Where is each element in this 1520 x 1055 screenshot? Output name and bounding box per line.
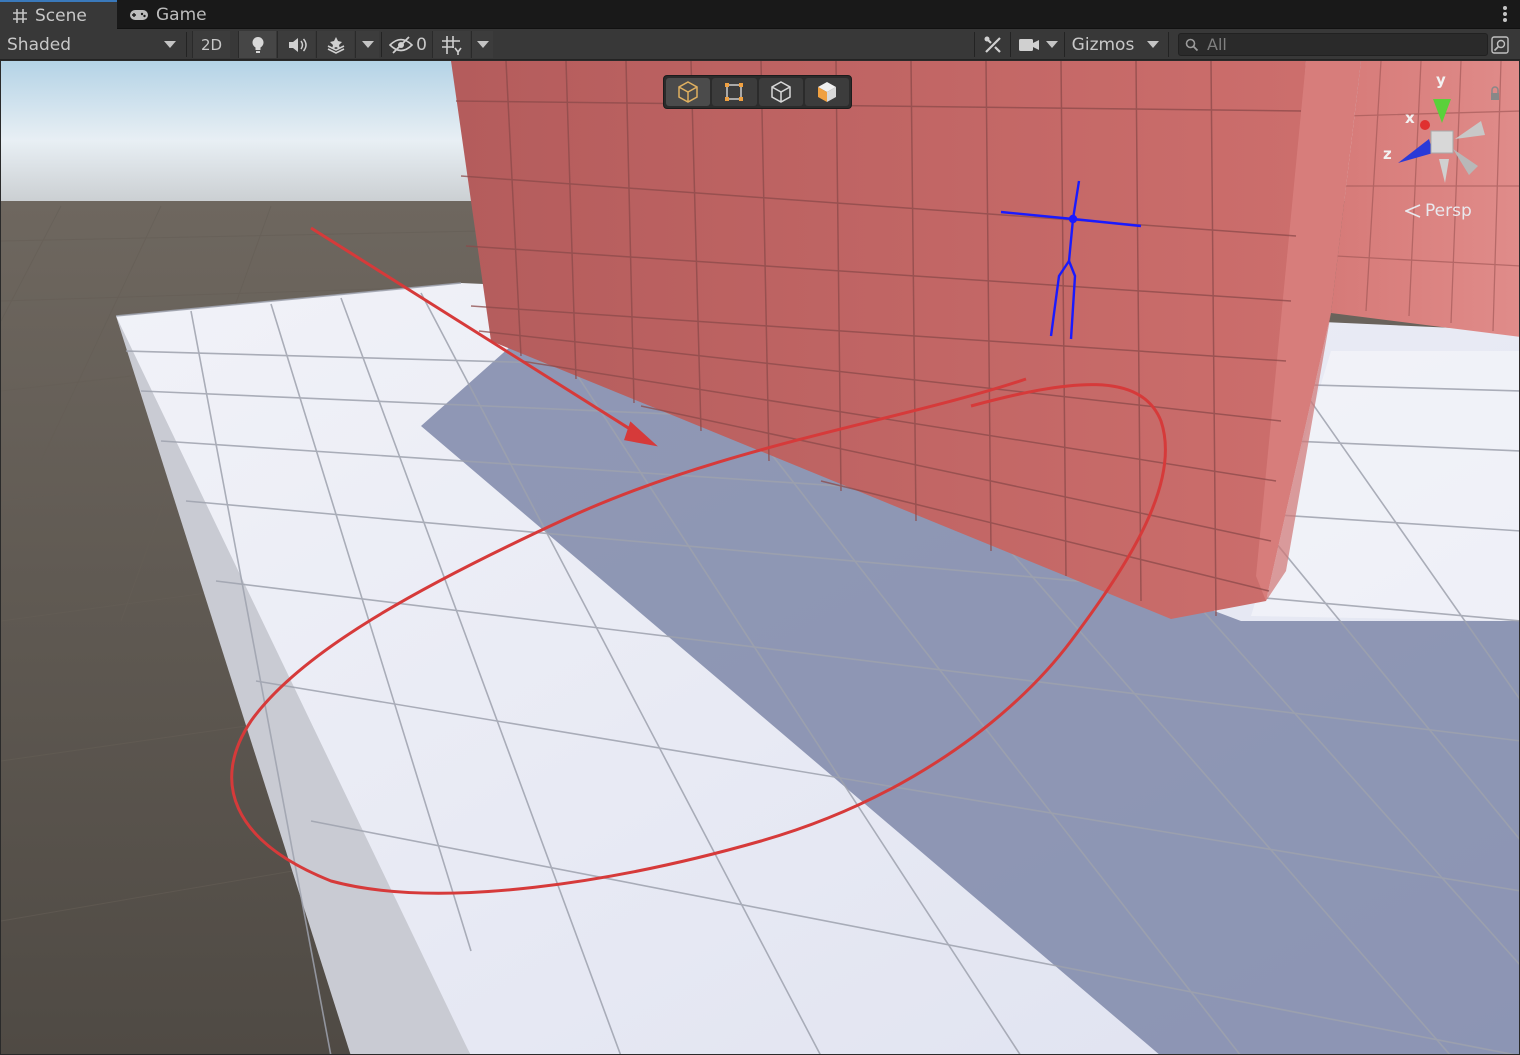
toolbar-divider [974,32,975,57]
effects-layers-icon [327,36,344,54]
scene-search[interactable] [1178,33,1488,56]
cube-solid-icon [817,82,836,102]
search-options-button[interactable] [1488,31,1512,58]
scene-render [1,61,1519,1054]
more-options-icon[interactable] [1502,6,1508,24]
tab-scene-label: Scene [35,5,87,26]
shaded-cube-tool-button[interactable] [804,78,849,106]
search-window-icon [1491,35,1509,54]
scene-viewport[interactable]: y x z Persp [0,60,1520,1055]
toolbar-divider [1064,32,1065,57]
toolbar-divider [1168,32,1169,57]
scene-effects-dropdown[interactable] [355,31,379,58]
tools-icon [984,36,1001,53]
chevron-down-icon [476,41,489,48]
axis-gizmo-icon [1398,86,1499,183]
scene-lighting-button[interactable] [238,31,276,58]
projection-toggle[interactable]: Persp [1405,201,1472,221]
rect-transform-icon [725,83,744,101]
tab-scene[interactable]: Scene [0,0,117,29]
scene-visibility-toggle[interactable]: 0 [386,31,430,58]
gizmos-dropdown[interactable] [1141,31,1165,58]
chevron-down-icon [1046,41,1058,48]
y-axis-label: y [1436,71,1446,89]
draw-mode-dropdown[interactable]: Shaded [2,31,182,58]
toolbar-divider [381,32,382,57]
toolbar-divider [1010,32,1011,57]
toggle-2d-button[interactable]: 2D [192,31,230,58]
component-tools-overlay [663,75,852,109]
x-axis-label: x [1405,109,1415,127]
tab-game-label: Game [156,4,207,25]
cube-outline-icon [678,81,698,103]
tools-settings-button[interactable] [978,31,1008,58]
grid-snapping-button[interactable] [432,31,470,58]
rect-tool-button[interactable] [712,78,757,106]
orientation-gizmo[interactable]: y x z [1373,71,1513,196]
gamepad-icon [130,9,148,20]
cube-wireframe-icon [770,81,791,103]
eye-hidden-icon [389,35,414,54]
chevron-down-icon [361,41,374,48]
gizmos-label: Gizmos [1071,34,1135,55]
gizmos-toggle[interactable]: Gizmos [1068,31,1138,58]
draw-mode-label: Shaded [7,34,72,55]
camera-settings-dropdown[interactable] [1014,31,1062,58]
scene-audio-button[interactable] [277,31,315,58]
scene-effects-button[interactable] [316,31,354,58]
toolbar-divider [186,32,187,57]
tab-bar: Scene Game [0,0,1520,29]
hidden-object-count: 0 [416,34,427,55]
scene-grid-icon [13,8,27,23]
toggle-2d-label: 2D [200,35,223,54]
camera-icon [1019,38,1039,51]
light-bulb-icon [252,36,263,53]
chevron-down-icon [1147,41,1159,48]
grid-snapping-dropdown[interactable] [471,31,493,58]
scene-toolbar: Shaded 2D 0 Gizmos All [0,29,1520,60]
chevron-down-icon [164,41,176,48]
box-collider-tool-button[interactable] [758,78,803,106]
speaker-icon [288,37,307,52]
perspective-icon [1405,204,1421,218]
z-axis-label: z [1383,145,1392,163]
projection-label: Persp [1425,201,1472,221]
search-input[interactable] [1207,35,1477,54]
grid-snap-icon [441,35,462,55]
view-tool-button[interactable] [666,78,711,106]
search-icon [1185,38,1199,51]
tab-game[interactable]: Game [117,0,227,29]
